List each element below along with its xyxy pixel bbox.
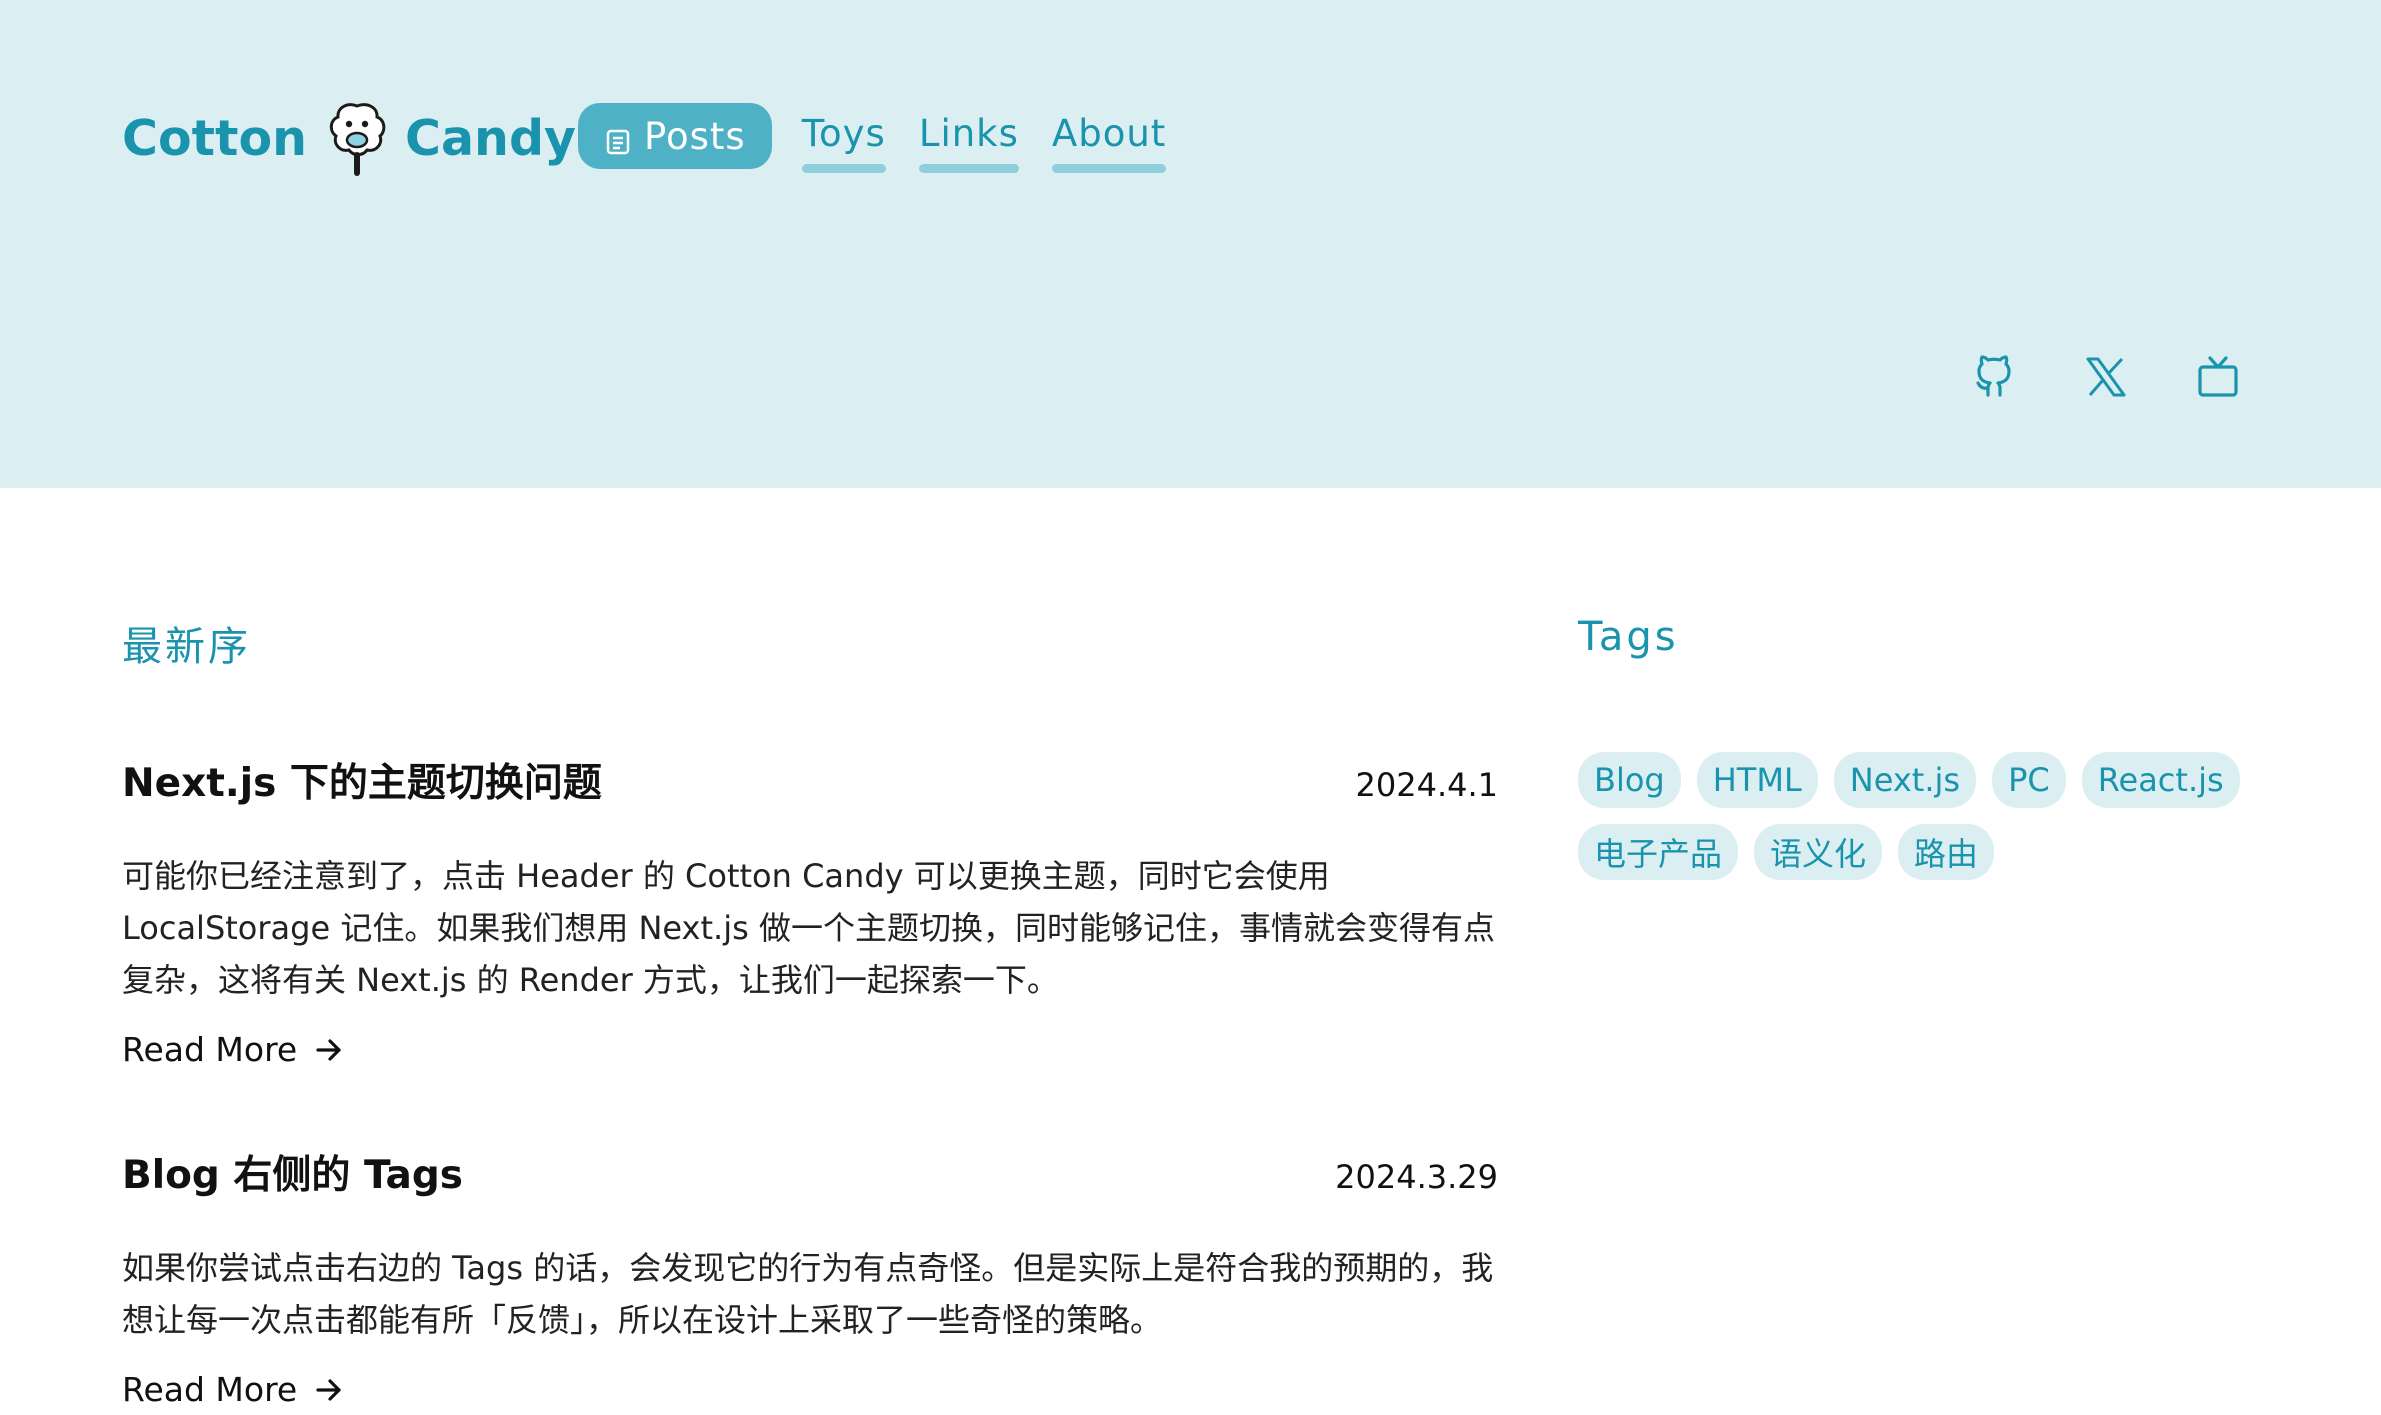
tag-reactjs[interactable]: React.js bbox=[2081, 752, 2240, 808]
tag-routing[interactable]: 路由 bbox=[1898, 824, 1995, 880]
tag-html[interactable]: HTML bbox=[1696, 752, 1818, 808]
brand-logo[interactable]: Cotton Candy bbox=[122, 96, 576, 180]
post-date: 2024.3.29 bbox=[1335, 1158, 1498, 1196]
brand-name-right: Candy bbox=[405, 109, 576, 167]
post-excerpt: 可能你已经注意到了，点击 Header 的 Cotton Candy 可以更换主… bbox=[122, 857, 1495, 999]
document-icon bbox=[604, 122, 632, 155]
github-icon[interactable] bbox=[1970, 353, 2018, 401]
posts-section-title: 最新序 bbox=[122, 624, 251, 670]
post-excerpt: 如果你尝试点击右边的 Tags 的话，会发现它的行为有点奇怪。但是实际上是符合我… bbox=[122, 1249, 1494, 1339]
read-more-label: Read More bbox=[122, 1370, 298, 1409]
nav-toys[interactable]: Toys bbox=[801, 113, 886, 173]
tags-section-title: Tags bbox=[1578, 614, 1679, 660]
tv-icon[interactable] bbox=[2194, 353, 2242, 401]
post-title[interactable]: Blog 右侧的 Tags bbox=[122, 1144, 463, 1200]
nav-links[interactable]: Links bbox=[918, 113, 1019, 173]
read-more-label: Read More bbox=[122, 1030, 298, 1069]
read-more-link[interactable]: Read More bbox=[122, 1370, 345, 1409]
post-date: 2024.4.1 bbox=[1355, 766, 1499, 804]
nav-about[interactable]: About bbox=[1051, 113, 1167, 173]
arrow-right-icon bbox=[316, 1378, 341, 1401]
social-links bbox=[1970, 352, 2306, 402]
x-icon[interactable] bbox=[2082, 353, 2130, 401]
cotton-candy-icon bbox=[325, 96, 389, 180]
tag-pc[interactable]: PC bbox=[1992, 752, 2066, 808]
arrow-right-icon bbox=[316, 1038, 341, 1061]
tag-semantics[interactable]: 语义化 bbox=[1754, 824, 1883, 880]
post-item: Blog 右侧的 Tags 2024.3.29 如果你尝试点击右边的 Tags … bbox=[122, 1144, 1498, 1409]
site-header: Cotton Candy Posts Toys Links About bbox=[0, 0, 2381, 488]
tag-electronics[interactable]: 电子产品 bbox=[1578, 824, 1739, 880]
read-more-link[interactable]: Read More bbox=[122, 1030, 345, 1069]
post-title[interactable]: Next.js 下的主题切换问题 bbox=[122, 752, 602, 808]
brand-name-left: Cotton bbox=[122, 109, 308, 167]
tag-blog[interactable]: Blog bbox=[1578, 752, 1681, 808]
tag-nextjs[interactable]: Next.js bbox=[1833, 752, 1977, 808]
post-item: Next.js 下的主题切换问题 2024.4.1 可能你已经注意到了，点击 H… bbox=[122, 752, 1498, 1069]
nav-posts[interactable]: Posts bbox=[578, 103, 772, 169]
tag-list: Blog HTML Next.js PC React.js 电子产品 语义化 路… bbox=[1578, 752, 2278, 896]
nav-posts-label: Posts bbox=[644, 114, 746, 158]
main-nav: Posts Toys Links About bbox=[578, 103, 1199, 173]
